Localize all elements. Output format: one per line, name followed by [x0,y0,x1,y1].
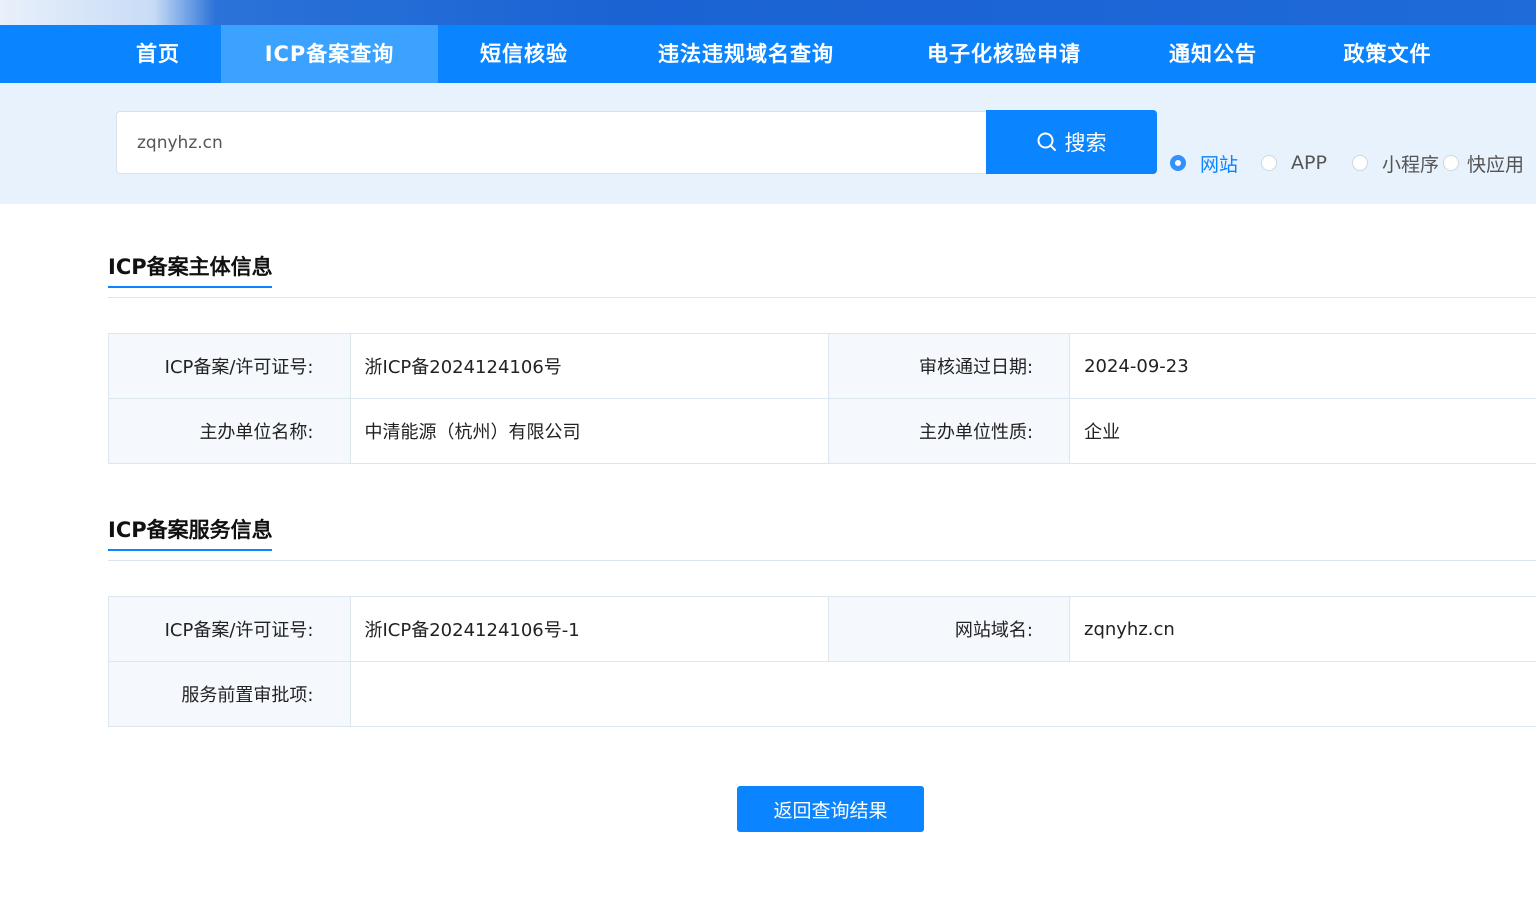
value-service-license-number: 浙ICP备2024124106号-1 [349,596,829,662]
value-website-domain: zqnyhz.cn [1069,596,1536,662]
radio-label: 小程序 [1382,153,1440,176]
radio-app[interactable]: APP [1261,149,1327,177]
label-website-domain: 网站域名: [827,596,1071,662]
search-icon [1037,132,1056,151]
label-approval-date: 审核通过日期: [827,333,1071,399]
value-organizer-type: 企业 [1069,398,1536,464]
nav-item-icp-query[interactable]: ICP备案查询 [221,25,438,83]
back-to-results-button[interactable]: 返回查询结果 [737,786,924,832]
radio-label: 快应用 [1467,153,1525,176]
section-underline [108,286,272,288]
subject-info-table: ICP备案/许可证号: 浙ICP备2024124106号 审核通过日期: 202… [108,333,1536,464]
table-row: 主办单位名称: 中清能源（杭州）有限公司 主办单位性质: 企业 [108,398,1536,464]
value-pre-approval [349,661,1536,727]
search-button[interactable]: 搜索 [986,110,1157,174]
table-row: ICP备案/许可证号: 浙ICP备2024124106号 审核通过日期: 202… [108,333,1536,399]
radio-quick-app[interactable]: 快应用 [1443,149,1524,177]
search-band: 搜索 网站 APP 小程序 快应用 [0,83,1536,204]
search-button-label: 搜索 [1064,131,1107,155]
radio-label: 网站 [1200,153,1239,176]
nav-item-e-verify[interactable]: 电子化核验申请 [882,25,1126,83]
service-info-table: ICP备案/许可证号: 浙ICP备2024124106号-1 网站域名: zqn… [108,596,1536,727]
section-underline [108,549,272,551]
section-title-subject: ICP备案主体信息 [108,255,273,279]
nav-item-notices[interactable]: 通知公告 [1126,25,1300,83]
main-nav: 首页 ICP备案查询 短信核验 违法违规域名查询 电子化核验申请 通知公告 政策… [0,25,1536,83]
radio-label: APP [1291,152,1327,174]
top-banner [0,0,1536,25]
radio-dot [1261,155,1277,171]
nav-item-sms-verify[interactable]: 短信核验 [438,25,610,83]
radio-website[interactable]: 网站 [1170,149,1238,177]
table-row: ICP备案/许可证号: 浙ICP备2024124106号-1 网站域名: zqn… [108,596,1536,662]
value-license-number: 浙ICP备2024124106号 [349,333,829,399]
section-title-service: ICP备案服务信息 [108,518,273,542]
label-organizer-type: 主办单位性质: [827,398,1071,464]
table-row: 服务前置审批项: [108,661,1536,727]
radio-mini-program[interactable]: 小程序 [1352,149,1439,177]
value-organizer-name: 中清能源（杭州）有限公司 [349,398,829,464]
label-license-number: ICP备案/许可证号: [108,333,351,399]
radio-dot [1352,155,1368,171]
nav-item-home[interactable]: 首页 [95,25,221,83]
nav-item-policy[interactable]: 政策文件 [1300,25,1475,83]
nav-item-illegal-domain[interactable]: 违法违规域名查询 [610,25,882,83]
section-divider [108,297,1536,298]
value-approval-date: 2024-09-23 [1069,333,1536,399]
radio-dot [1170,155,1186,171]
search-input[interactable] [116,111,986,174]
section-divider [108,560,1536,561]
label-pre-approval: 服务前置审批项: [108,661,351,727]
label-service-license-number: ICP备案/许可证号: [108,596,351,662]
label-organizer-name: 主办单位名称: [108,398,351,464]
radio-dot [1443,155,1459,171]
